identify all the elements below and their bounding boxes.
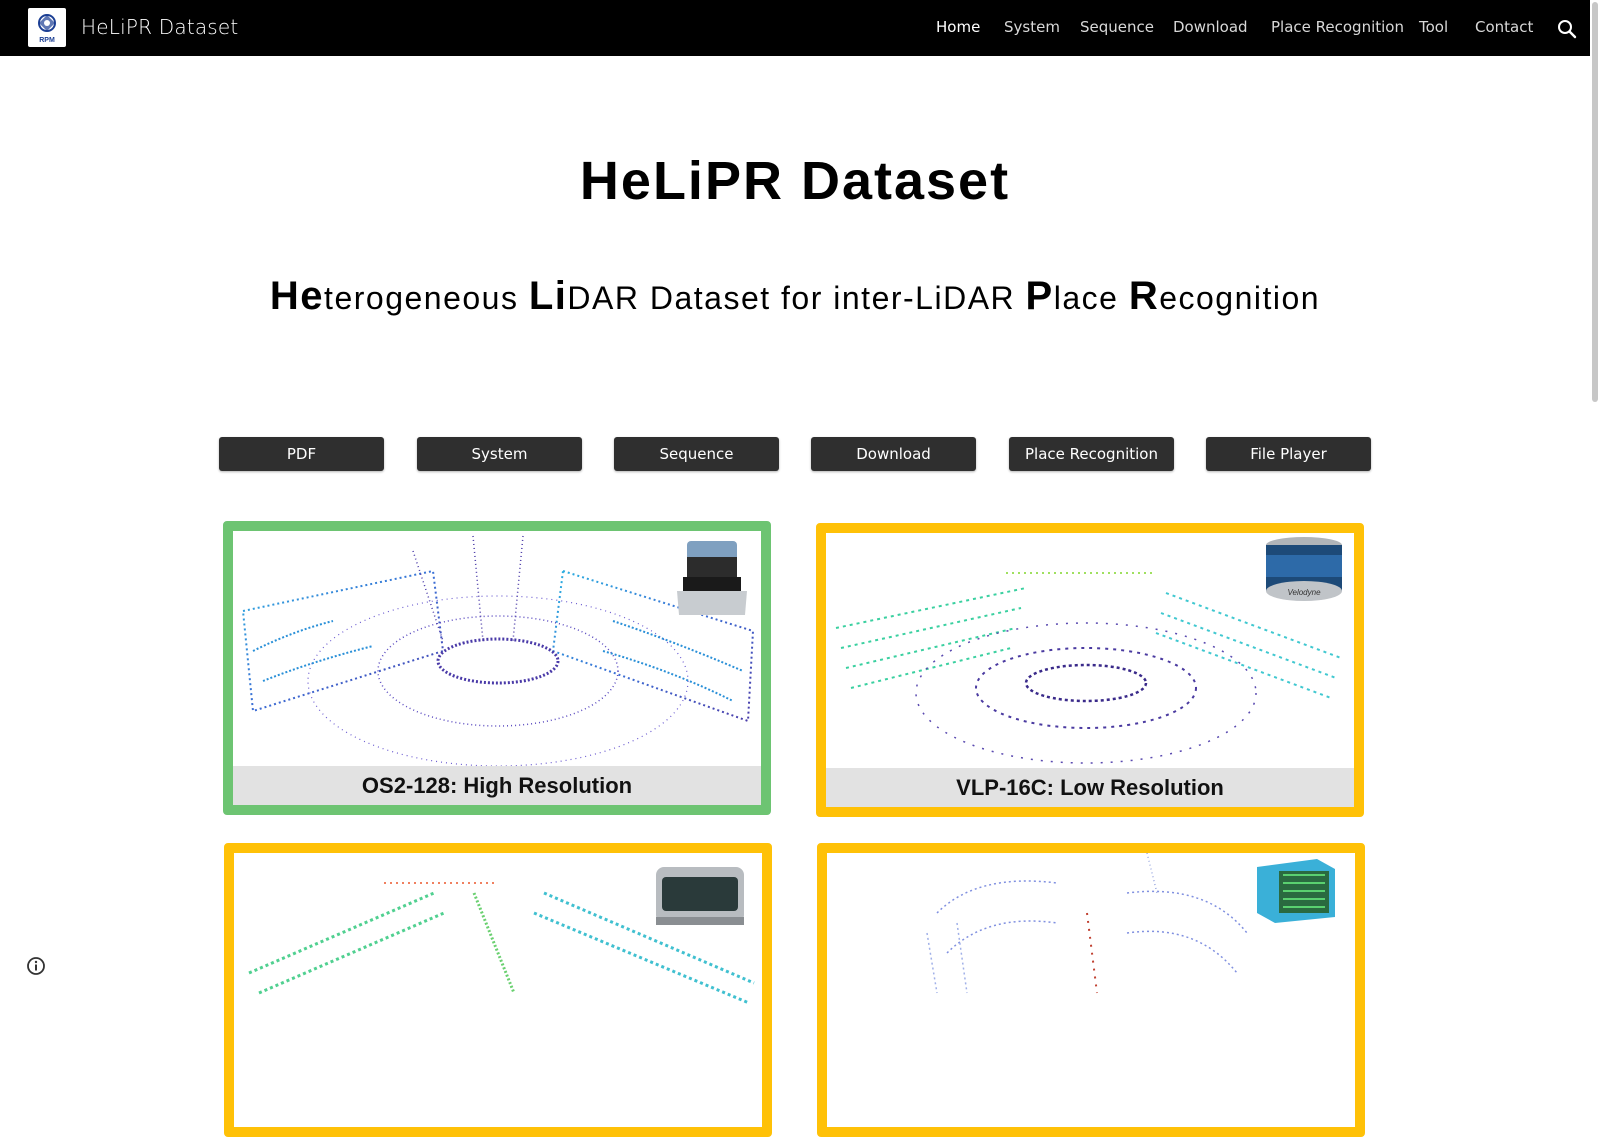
subtitle-part: DAR Dataset for inter-LiDAR	[567, 280, 1026, 316]
card-caption: VLP-16C: Low Resolution	[826, 768, 1354, 807]
lidar-card-3[interactable]	[224, 843, 772, 1137]
subtitle-part: R	[1128, 274, 1160, 318]
lidar-card-vlp-16c[interactable]: Velodyne VLP-16C: Low Resolution	[816, 523, 1364, 817]
nav-sequence[interactable]: Sequence	[1080, 18, 1154, 36]
search-button[interactable]	[1555, 17, 1579, 41]
nav-home[interactable]: Home	[936, 18, 980, 36]
subtitle-part: Li	[528, 274, 568, 318]
velodyne-label: Velodyne	[1287, 588, 1321, 597]
livox-sensor-image	[652, 861, 748, 933]
search-icon	[1558, 20, 1577, 39]
scrollbar-thumb[interactable]	[1592, 2, 1598, 402]
nav-system[interactable]: System	[1004, 18, 1060, 36]
nav-tool[interactable]: Tool	[1419, 18, 1448, 36]
site-info-button[interactable]	[25, 955, 47, 977]
subtitle-part: lace	[1053, 280, 1129, 316]
place-recognition-button[interactable]: Place Recognition	[1009, 437, 1174, 471]
nav-place-recognition[interactable]: Place Recognition	[1271, 18, 1404, 36]
nav-contact[interactable]: Contact	[1475, 18, 1533, 36]
card-caption: OS2-128: High Resolution	[233, 766, 761, 805]
file-player-button[interactable]: File Player	[1206, 437, 1371, 471]
page-subtitle: Heterogeneous LiDAR Dataset for inter-Li…	[0, 274, 1590, 319]
aeva-sensor-image	[1247, 855, 1339, 925]
sequence-button[interactable]: Sequence	[614, 437, 779, 471]
subtitle-part: P	[1025, 274, 1054, 318]
subtitle-part: ecognition	[1159, 280, 1321, 316]
pdf-button[interactable]: PDF	[219, 437, 384, 471]
aeva-sensor-icon	[1257, 859, 1335, 923]
nav-download[interactable]: Download	[1173, 18, 1248, 36]
lidar-card-os2-128[interactable]: OS2-128: High Resolution	[223, 521, 771, 815]
page-scrollbar[interactable]	[1590, 0, 1600, 1000]
ouster-sensor-icon	[677, 541, 747, 615]
livox-sensor-icon	[656, 867, 744, 925]
velodyne-sensor-icon: Velodyne	[1266, 537, 1342, 601]
info-icon	[27, 957, 45, 975]
system-button[interactable]: System	[417, 437, 582, 471]
subtitle-part: He	[269, 274, 325, 318]
lidar-card-4[interactable]	[817, 843, 1365, 1137]
top-nav-bar: RPM HeLiPR Dataset Home System Sequence …	[0, 0, 1590, 56]
ouster-sensor-image	[673, 535, 751, 621]
velodyne-sensor-image: Velodyne	[1264, 535, 1344, 609]
subtitle-part: terogeneous	[324, 280, 529, 316]
download-button[interactable]: Download	[811, 437, 976, 471]
main-nav: Home System Sequence Download Place Reco…	[0, 18, 1590, 40]
page-title: HeLiPR Dataset	[579, 151, 1011, 211]
